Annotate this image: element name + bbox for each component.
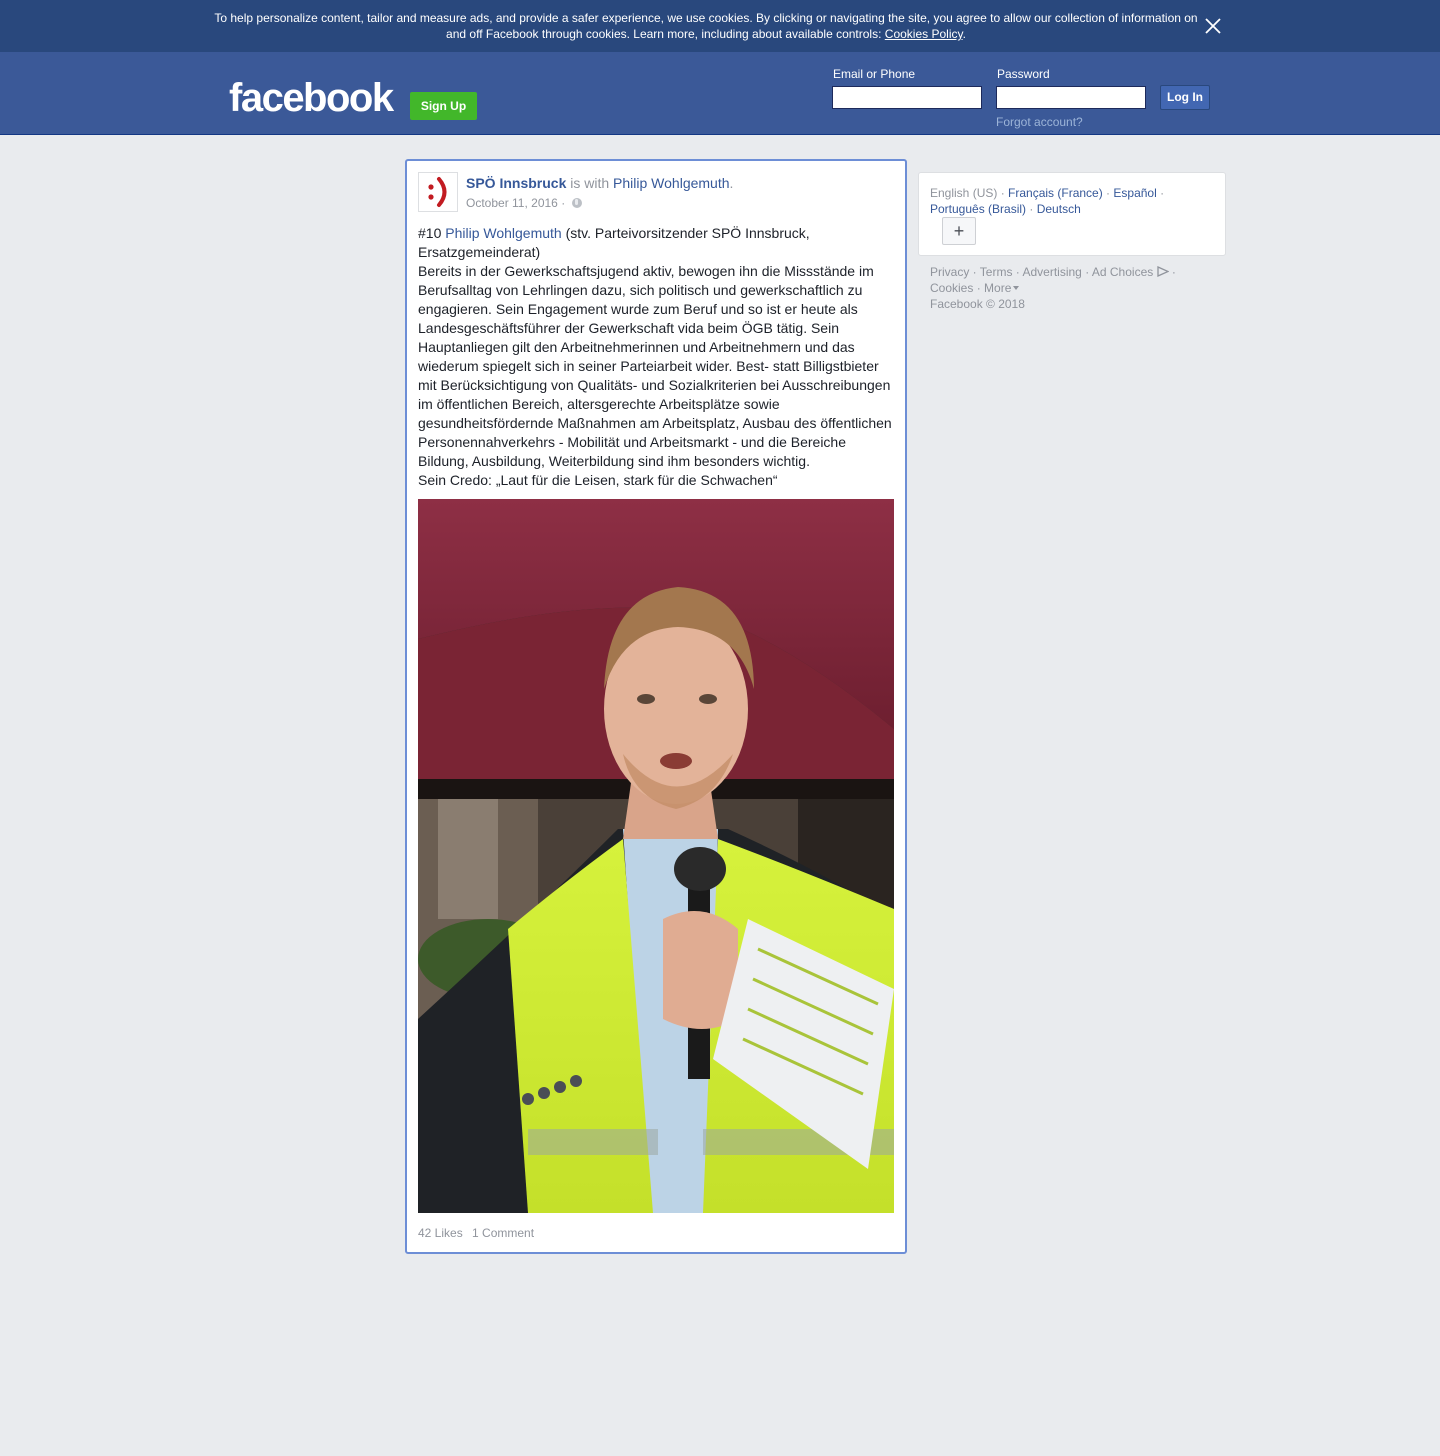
language-german[interactable]: Deutsch xyxy=(1037,202,1081,216)
post-line: #10 Philip Wohlgemuth (stv. Parteivorsit… xyxy=(418,224,898,243)
post-line: Bereits in der Gewerkschaftsjugend aktiv… xyxy=(418,263,874,279)
email-label: Email or Phone xyxy=(833,67,916,81)
post-card: SPÖ Innsbruck is with Philip Wohlgemuth.… xyxy=(405,159,907,1254)
post-line: mit Berücksichtigung von Qualitäts- und … xyxy=(418,377,891,393)
sign-up-button[interactable]: Sign Up xyxy=(410,92,477,120)
language-list: English (US) · Français (France) · Españ… xyxy=(930,186,1165,216)
copyright-text: Facebook © 2018 xyxy=(930,297,1025,311)
facebook-logo[interactable]: facebook xyxy=(229,76,394,120)
post-line: wiederum spiegelt sich in seiner Parteia… xyxy=(418,358,879,374)
post-meta: October 11, 2016 · xyxy=(466,195,582,211)
forgot-account-link[interactable]: Forgot account? xyxy=(996,115,1083,129)
cookies-link[interactable]: Cookies xyxy=(930,281,973,295)
cookies-policy-link[interactable]: Cookies Policy xyxy=(885,27,963,41)
terms-link[interactable]: Terms xyxy=(980,265,1013,279)
email-input[interactable] xyxy=(832,86,982,109)
post-date-link[interactable]: October 11, 2016 xyxy=(466,196,558,210)
post-line: engagieren. Sein Engagement wurde zum Be… xyxy=(418,301,858,317)
language-french[interactable]: Français (France) xyxy=(1008,186,1103,200)
likes-count-link[interactable]: 42 Likes xyxy=(418,1226,463,1240)
footer-links: Privacy · Terms · Advertising · Ad Choic… xyxy=(930,265,1176,311)
post-line: im öffentlichen Bereich, altersgerechte … xyxy=(418,396,780,412)
post-line: Berufsalltag von Lehrlingen dazu, sich p… xyxy=(418,282,863,298)
post-text: #10 Philip Wohlgemuth (stv. Parteivorsit… xyxy=(418,224,898,490)
language-current: English (US) xyxy=(930,186,998,200)
cookie-banner-text: To help personalize content, tailor and … xyxy=(210,10,1202,42)
password-label: Password xyxy=(997,67,1050,81)
speaker-photo-illustration xyxy=(418,499,894,1213)
post-photo[interactable] xyxy=(418,499,894,1213)
cookie-text-suffix: . xyxy=(962,27,966,41)
privacy-link[interactable]: Privacy xyxy=(930,265,969,279)
post-line: Landesgeschäftsführer der Gewerkschaft v… xyxy=(418,320,839,336)
tagged-suffix: . xyxy=(729,175,734,191)
caret-down-icon[interactable] xyxy=(1013,286,1020,290)
cookie-banner: To help personalize content, tailor and … xyxy=(0,0,1440,52)
post-hashtag-number: #10 xyxy=(418,225,442,241)
language-selector-box: English (US) · Français (France) · Españ… xyxy=(918,172,1226,256)
cookie-text-line2: and off Facebook through cookies. Learn … xyxy=(446,27,882,41)
meta-separator: · xyxy=(561,196,566,210)
post-mention-link[interactable]: Philip Wohlgemuth xyxy=(445,225,561,241)
post-header: SPÖ Innsbruck is with Philip Wohlgemuth. xyxy=(466,174,733,192)
log-in-button[interactable]: Log In xyxy=(1160,85,1210,110)
top-header: facebook Sign Up Email or Phone Password… xyxy=(0,52,1440,135)
more-link[interactable]: More xyxy=(984,281,1011,295)
language-portuguese[interactable]: Português (Brasil) xyxy=(930,202,1026,216)
post-line: Ersatzgemeinderat) xyxy=(418,244,541,260)
advertising-link[interactable]: Advertising xyxy=(1022,265,1081,279)
post-line: Bildung, Ausbildung, Weiterbildung sind … xyxy=(418,453,810,469)
post-stats: 42 Likes 1 Comment xyxy=(418,1226,540,1240)
post-line: Hauptanliegen gilt den Arbeitnehmerinnen… xyxy=(418,339,855,355)
cookie-text-line1: To help personalize content, tailor and … xyxy=(214,11,1198,25)
post-line: Sein Credo: „Laut für die Leisen, stark … xyxy=(418,472,778,488)
post-line: Personennahverkehrs - Mobilität und Arbe… xyxy=(418,434,846,450)
ad-choices-link[interactable]: Ad Choices xyxy=(1092,265,1153,279)
comments-count-link[interactable]: 1 Comment xyxy=(472,1226,534,1240)
password-input[interactable] xyxy=(996,86,1146,109)
close-icon[interactable] xyxy=(1203,16,1223,36)
tagged-person-link[interactable]: Philip Wohlgemuth xyxy=(613,175,729,191)
post-line-rest: (stv. Parteivorsitzender SPÖ Innsbruck, xyxy=(565,225,810,241)
smiley-logo-icon xyxy=(428,177,447,207)
with-text: is with xyxy=(570,175,610,191)
page-avatar[interactable] xyxy=(418,172,458,212)
post-line: gesundheitsfördernde Maßnahmen am Arbeit… xyxy=(418,415,892,431)
add-language-button[interactable]: + xyxy=(942,217,976,245)
ad-choices-icon[interactable] xyxy=(1156,265,1170,278)
language-spanish[interactable]: Español xyxy=(1113,186,1156,200)
globe-icon xyxy=(571,198,582,208)
page-name-link[interactable]: SPÖ Innsbruck xyxy=(466,175,566,191)
